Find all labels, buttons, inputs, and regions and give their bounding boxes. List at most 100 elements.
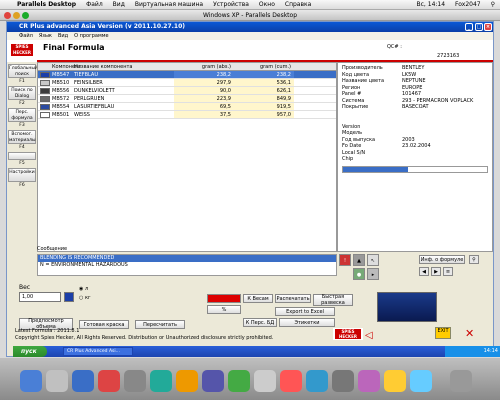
weight-label: Вес [19,284,31,291]
dock-app-icon[interactable] [306,370,328,392]
dock-app-icon[interactable] [98,370,120,392]
system-tray-clock[interactable]: 14:14 [445,346,500,357]
close-button[interactable]: × [484,23,492,31]
minimize-button[interactable]: _ [465,23,473,31]
search-icon[interactable]: ⚲ [469,255,479,264]
cell-name: TIEFBLAU [74,72,98,78]
sidebar-personal-formula[interactable]: Перс. формула [8,108,36,122]
table-row[interactable]: MB554 LASURTIEFBLAU 69,5 919,5 [38,103,336,111]
cell-name: LASURTIEFBLAU [74,104,115,110]
messages-list[interactable]: BLENDING IS RECOMMENDED N = ENVIRONMENTA… [37,254,337,276]
menu-window[interactable]: Окно [254,1,280,8]
arrow-right-icon[interactable]: ▶ [431,267,441,276]
unit-l-radio[interactable]: ◉ л [79,286,88,292]
menu-devices[interactable]: Устройства [208,1,254,8]
cursor-icon[interactable]: ↖ [367,254,379,266]
sidebar-key-f3: F3 [19,123,25,128]
ghs-hazard-icon[interactable]: ! [339,254,351,266]
table-row[interactable]: MB556 DUNKELVIOLETT 90,0 626,1 [38,87,336,95]
table-row[interactable]: MB547 TIEFBLAU 238,2 238,2 [38,71,336,79]
dock-app-icon[interactable] [228,370,250,392]
message-line[interactable]: BLENDING IS RECOMMENDED [38,255,336,262]
dock-app-icon[interactable] [72,370,94,392]
sidebar-empty-f5[interactable] [8,152,36,160]
red-action-button[interactable] [207,294,241,303]
lightbulb-icon[interactable]: ● [353,268,365,280]
start-button[interactable]: пуск [13,346,47,357]
flame-icon[interactable]: ▲ [353,254,365,266]
formula-info-button[interactable]: Инф. о формуле [419,255,465,264]
message-line[interactable]: N = ENVIRONMENTAL HAZARDOUS [38,262,336,269]
weight-input[interactable]: 1,00 [19,292,61,302]
dock-app-icon[interactable] [124,370,146,392]
app-menu[interactable]: Parallels Desktop [12,1,81,8]
color-preview-panel [377,292,437,322]
sidebar-aux-materials[interactable]: Вспомог. материалы [8,130,36,144]
menu-help[interactable]: Справка [280,1,316,8]
dock-app-icon[interactable] [280,370,302,392]
clock[interactable]: Вс, 14:14 [412,1,451,8]
labels-button[interactable]: Этикетки [279,318,335,327]
swatch-chip [40,72,50,78]
table-row[interactable]: MB510 FEINSILBER 297,9 536,1 [38,79,336,87]
unit-kg-label: кг [84,295,91,301]
sidebar-global-search[interactable]: Глобальный поиск [8,64,38,78]
dock-app-icon[interactable] [384,370,406,392]
table-row[interactable]: MB501 WEISS 37,5 957,0 [38,111,336,119]
menu-view[interactable]: Вид [108,1,130,8]
menu-language[interactable]: Язык [39,32,52,40]
menu-file[interactable]: Файл [19,32,33,40]
logo-mark: SPIES HECKER [335,329,361,339]
cell-gram-abs: 238,2 [174,71,234,78]
quick-weigh-button[interactable]: Быстрая развеска [313,294,353,306]
list-icon[interactable]: ≡ [443,267,453,276]
dock-app-icon[interactable] [410,370,432,392]
export-excel-button[interactable]: Export to Excel [275,307,335,316]
to-db-button[interactable]: К Перс. БД [243,318,277,327]
cell-code: MB547 [52,72,70,78]
unit-kg-radio[interactable]: ○ кг [79,295,91,301]
zoom-icon[interactable] [22,12,29,19]
menu-about[interactable]: О программе [74,32,109,40]
back-arrow-icon[interactable]: ◁ [365,330,373,341]
close-x-icon[interactable]: ✕ [465,327,474,340]
minimize-icon[interactable] [13,12,20,19]
dock-app-icon[interactable] [150,370,172,392]
to-weights-button[interactable]: К Весам [243,294,273,303]
col-gram-abs[interactable]: gram (abs.) [174,63,234,70]
col-name[interactable]: Название компонента [74,63,174,70]
dock-app-icon[interactable] [332,370,354,392]
dock-app-icon[interactable] [254,370,276,392]
sidebar-settings[interactable]: Настройки [8,168,36,182]
menu-vm[interactable]: Виртуальная машина [130,1,208,8]
menu-view[interactable]: Вид [58,32,68,40]
finder-icon[interactable] [20,370,42,392]
dock-app-icon[interactable] [46,370,68,392]
exit-button[interactable]: EXIT [435,327,451,339]
spotlight-icon[interactable]: ⚲ [486,1,500,8]
taskbar-app-item[interactable]: CR Plus Advanced Asi... [63,347,133,356]
print-button[interactable]: Распечатать [275,294,311,303]
cell-gram-abs: 297,9 [174,79,234,86]
dock-app-icon[interactable] [176,370,198,392]
sidebar-key-f4: F4 [19,145,25,150]
menu-file[interactable]: Файл [81,1,108,8]
dock-app-icon[interactable] [358,370,380,392]
cell-gram-cum: 957,0 [234,111,294,118]
close-icon[interactable] [4,12,11,19]
arrow-left-icon[interactable]: ◀ [419,267,429,276]
footer: Latest Formula : 2011.8.1 Copyright Spie… [15,328,273,342]
percent-button[interactable]: % [207,305,241,314]
dock-app-icon[interactable] [202,370,224,392]
col-gram-cum[interactable]: gram (cum.) [234,63,294,70]
page-title: Final Formula [43,43,105,52]
spray-icon[interactable]: ▸ [367,268,379,280]
user-name[interactable]: Fox2047 [450,1,486,8]
cell-gram-abs: 37,5 [174,111,234,118]
sidebar-dialog-search[interactable]: Поиск по Dialog [8,86,36,100]
col-component[interactable]: Компонент [52,63,81,70]
trash-icon[interactable] [450,370,472,392]
table-row[interactable]: MB572 PERLGRUEN 223,9 849,9 [38,95,336,103]
weight-stepper-icon[interactable] [64,292,74,302]
maximize-button[interactable]: □ [475,23,483,31]
